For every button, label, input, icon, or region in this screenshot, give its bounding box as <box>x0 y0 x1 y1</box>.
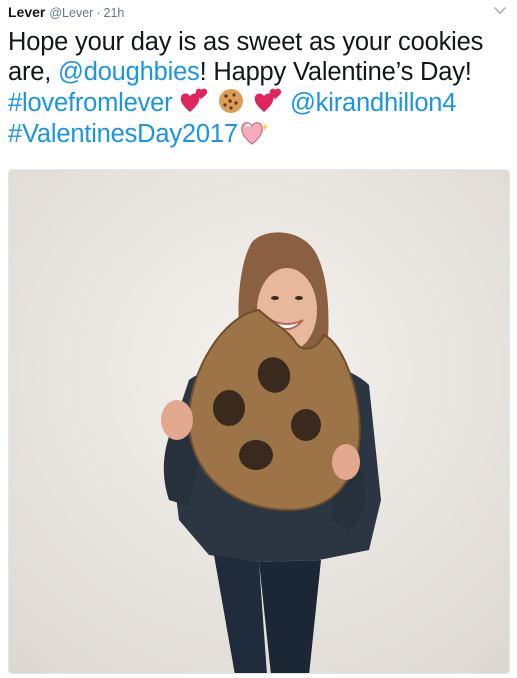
tweet-photo[interactable] <box>8 169 510 674</box>
tweet-timestamp[interactable]: 21h <box>104 6 125 20</box>
tweet-text: Hope your day is as sweet as your cookie… <box>8 27 508 149</box>
author-handle[interactable]: @Lever <box>49 6 93 20</box>
two-hearts-icon <box>254 88 282 112</box>
tweet-header: Lever @Lever · 21h <box>8 4 124 22</box>
photo-illustration <box>9 170 509 673</box>
two-hearts-icon <box>181 88 208 112</box>
hashtag-valentinesday2017[interactable]: #ValentinesDay2017 <box>8 120 238 148</box>
separator-dot: · <box>96 6 101 20</box>
mention-kirandhillon4[interactable]: @kirandhillon4 <box>290 89 456 117</box>
hashtag-lovefromlever[interactable]: #lovefromlever <box>8 89 173 117</box>
mention-doughbies[interactable]: @doughbies <box>58 58 200 86</box>
sparkling-heart-icon <box>241 122 269 145</box>
cookie-icon <box>219 89 244 113</box>
author-name[interactable]: Lever <box>8 4 45 20</box>
chevron-down-icon[interactable] <box>493 6 507 16</box>
tweet-text-part: ! Happy Valentine’s Day! <box>199 58 472 86</box>
